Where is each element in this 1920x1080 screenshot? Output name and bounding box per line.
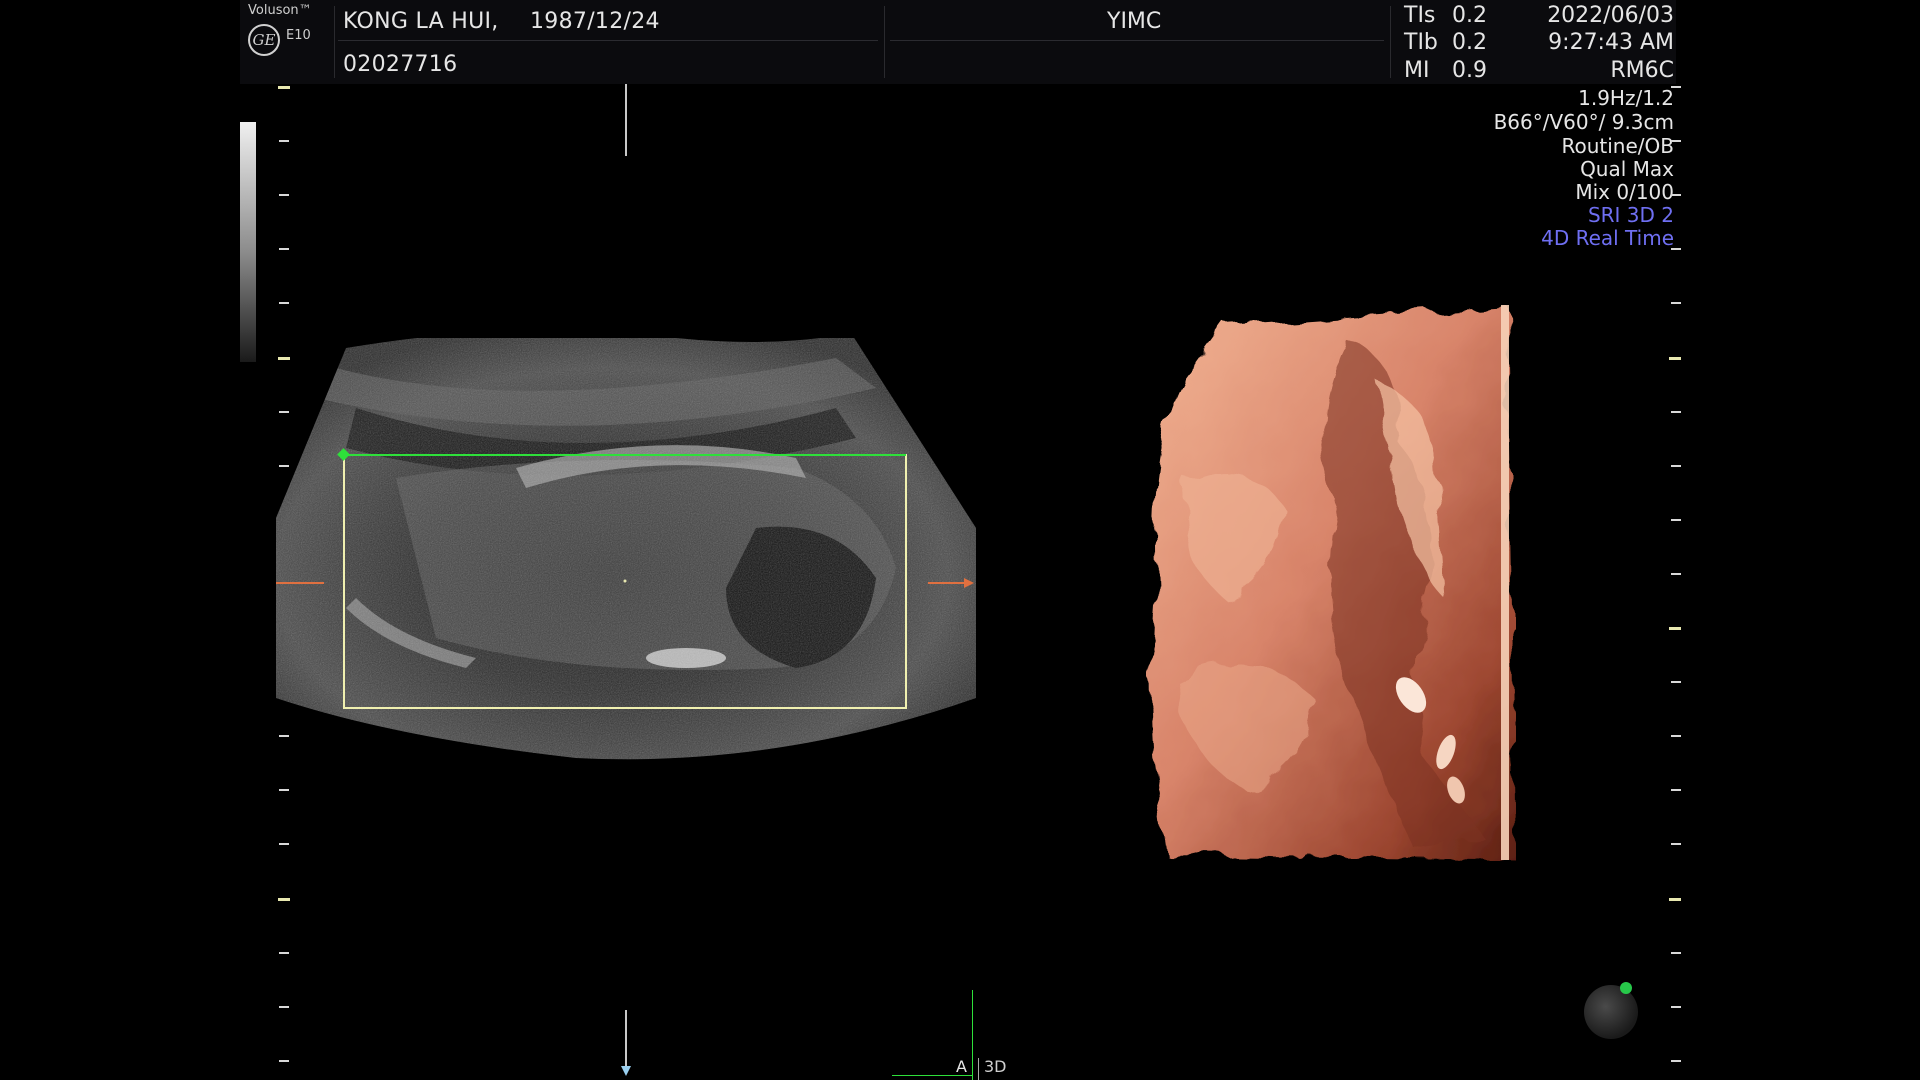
depth-tick bbox=[1671, 735, 1681, 737]
patient-id: 02027716 bbox=[343, 52, 458, 77]
depth-tick bbox=[1669, 898, 1681, 901]
cursor-arrow-icon bbox=[621, 1066, 631, 1076]
depth-tick bbox=[279, 1060, 289, 1062]
depth-tick bbox=[279, 140, 289, 142]
volume-render-view[interactable] bbox=[1146, 300, 1516, 865]
grayscale-bar bbox=[240, 122, 256, 362]
setting-line: Qual Max bbox=[1580, 157, 1674, 181]
depth-tick bbox=[1671, 1006, 1681, 1008]
index-label: TIs bbox=[1404, 3, 1436, 28]
mode-divider bbox=[978, 1058, 979, 1080]
index-label: TIb bbox=[1404, 30, 1438, 55]
depth-tick bbox=[1671, 519, 1681, 521]
scan-line-cursor-top[interactable] bbox=[625, 84, 627, 156]
roi-center-dot bbox=[623, 579, 627, 583]
index-value: 0.9 bbox=[1452, 58, 1487, 83]
patient-dob: 1987/12/24 bbox=[530, 9, 660, 34]
setting-line: Mix 0/100 bbox=[1575, 180, 1674, 204]
setting-line: 1.9Hz/1.2 bbox=[1578, 86, 1674, 110]
orientation-dot-icon bbox=[1620, 982, 1632, 994]
index-label: MI bbox=[1404, 58, 1430, 83]
depth-tick bbox=[278, 86, 290, 89]
depth-tick bbox=[279, 1006, 289, 1008]
plane-a-label: A bbox=[956, 1057, 967, 1076]
depth-tick bbox=[279, 302, 289, 304]
mode-3d-label: 3D bbox=[984, 1057, 1007, 1076]
institution-name: YIMC bbox=[1107, 9, 1162, 34]
header-divider bbox=[334, 6, 335, 78]
plane-arrow-icon bbox=[964, 578, 974, 588]
depth-tick bbox=[1671, 1060, 1681, 1062]
depth-tick bbox=[279, 789, 289, 791]
b-mode-image[interactable] bbox=[276, 338, 976, 768]
setting-line-highlight: SRI 3D 2 bbox=[1587, 203, 1674, 227]
depth-tick bbox=[1671, 140, 1681, 142]
depth-tick bbox=[279, 194, 289, 196]
depth-tick bbox=[1671, 952, 1681, 954]
index-value: 0.2 bbox=[1452, 30, 1487, 55]
header-rule bbox=[338, 40, 878, 41]
depth-tick bbox=[1671, 789, 1681, 791]
depth-tick bbox=[1669, 357, 1681, 360]
brand-name: Voluson™ bbox=[248, 3, 312, 18]
depth-tick bbox=[279, 952, 289, 954]
probe-name: RM6C bbox=[1610, 58, 1674, 83]
exam-time: 9:27:43 AM bbox=[1548, 30, 1674, 55]
depth-tick bbox=[1671, 86, 1681, 88]
depth-tick bbox=[1669, 627, 1681, 630]
scan-line-cursor-bottom[interactable] bbox=[625, 1010, 627, 1072]
depth-tick bbox=[278, 898, 290, 901]
exam-date: 2022/06/03 bbox=[1547, 3, 1674, 28]
setting-line-highlight: 4D Real Time bbox=[1541, 226, 1674, 250]
depth-tick bbox=[1671, 194, 1681, 196]
patient-name: KONG LA HUI, bbox=[343, 9, 499, 34]
index-value: 0.2 bbox=[1452, 3, 1487, 28]
depth-tick bbox=[1671, 681, 1681, 683]
depth-tick bbox=[279, 843, 289, 845]
header-divider bbox=[884, 6, 885, 78]
header-divider bbox=[1390, 6, 1391, 78]
setting-line: Routine/OB bbox=[1561, 134, 1675, 158]
depth-tick bbox=[1671, 843, 1681, 845]
header-rule bbox=[890, 40, 1384, 41]
depth-tick bbox=[1671, 465, 1681, 467]
depth-tick bbox=[279, 248, 289, 250]
depth-tick bbox=[1671, 411, 1681, 413]
depth-tick bbox=[1671, 248, 1681, 250]
depth-tick bbox=[1671, 302, 1681, 304]
setting-line: B66°/V60°/ 9.3cm bbox=[1493, 110, 1674, 134]
axis-line-green bbox=[972, 990, 973, 1080]
ge-logo-icon: GE bbox=[248, 24, 280, 56]
plane-marker-left bbox=[276, 582, 324, 584]
depth-tick bbox=[1671, 573, 1681, 575]
model-label: E10 bbox=[286, 28, 311, 43]
orientation-ball-icon[interactable] bbox=[1584, 985, 1638, 1039]
